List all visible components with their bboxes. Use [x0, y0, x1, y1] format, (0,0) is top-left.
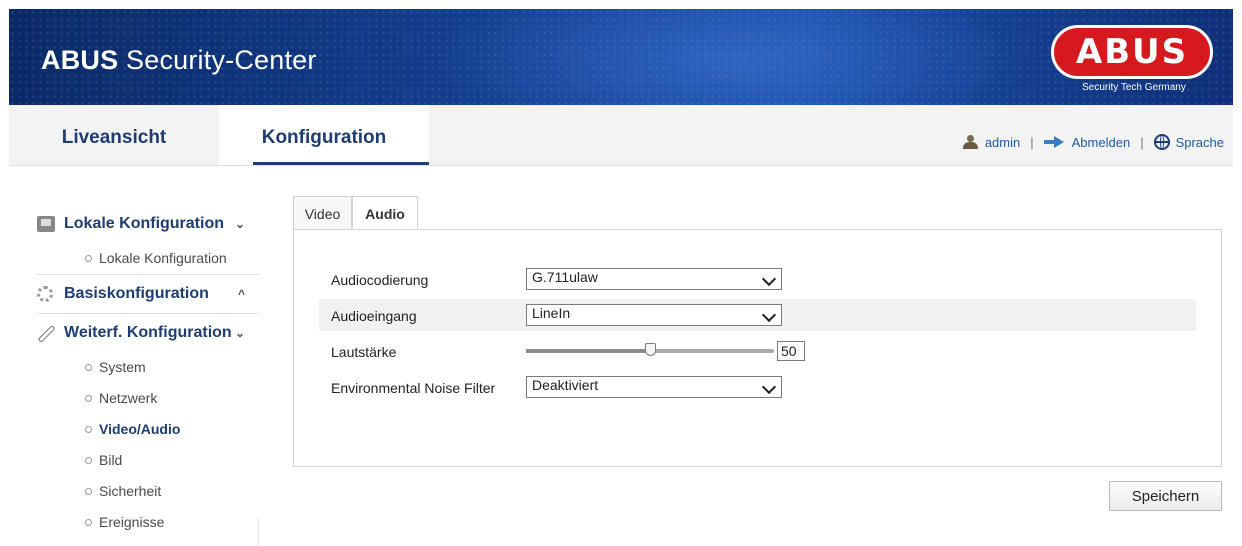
user-name[interactable]: admin	[985, 135, 1020, 150]
logout-icon	[1043, 136, 1066, 148]
sidebar-item-bild[interactable]: Bild	[37, 445, 259, 476]
chevron-down-icon[interactable]: ⌄	[235, 205, 245, 243]
input-select[interactable]: LineIn	[526, 304, 782, 326]
codec-select[interactable]: G.711ulaw	[526, 268, 782, 290]
app-title: ABUS Security-Center	[41, 45, 317, 76]
volume-slider-fill	[526, 349, 650, 353]
row-noise-filter: Environmental Noise Filter Deaktiviert	[319, 371, 1196, 403]
volume-slider[interactable]	[526, 343, 774, 356]
tab-audio[interactable]: Audio	[352, 196, 418, 231]
local-config-icon	[37, 216, 55, 232]
section-label: Lokale Konfiguration	[64, 215, 224, 232]
row-audiocodierung: Audiocodierung G.711ulaw	[319, 263, 1196, 295]
noise-filter-label: Environmental Noise Filter	[331, 380, 496, 396]
audio-settings-panel: Audiocodierung G.711ulaw Audioeingang Li…	[293, 229, 1222, 467]
sidebar-section-weiterf-konfiguration[interactable]: Weiterf. Konfiguration ⌄	[37, 314, 259, 352]
volume-value[interactable]: 50	[777, 341, 805, 361]
sidebar-item-ereignisse[interactable]: Ereignisse	[37, 507, 259, 538]
sidebar: Lokale Konfiguration ⌄ Lokale Konfigurat…	[37, 205, 259, 538]
input-value: LineIn	[532, 305, 571, 321]
app-title-brand: ABUS	[41, 45, 119, 75]
section-label: Weiterf. Konfiguration	[64, 324, 232, 341]
chevron-up-icon[interactable]: ^	[238, 275, 245, 313]
globe-icon	[1153, 134, 1170, 150]
noise-filter-select[interactable]: Deaktiviert	[526, 376, 782, 398]
sidebar-item-system[interactable]: System	[37, 352, 259, 383]
save-button[interactable]: Speichern	[1109, 481, 1222, 511]
chevron-down-icon	[761, 307, 777, 323]
sidebar-border	[258, 518, 259, 546]
top-navigation: Liveansicht Konfiguration admin | Abmeld…	[9, 105, 1233, 166]
sidebar-section-lokale-konfiguration[interactable]: Lokale Konfiguration ⌄	[37, 205, 259, 243]
row-lautstaerke: Lautstärke 50	[319, 335, 1196, 367]
banner-glow	[429, 9, 1029, 105]
sidebar-section-basiskonfiguration[interactable]: Basiskonfiguration ^	[37, 275, 259, 313]
row-audioeingang: Audioeingang LineIn	[319, 299, 1196, 331]
header-banner: ABUS Security-Center ABUS Security Tech …	[9, 9, 1233, 105]
separator: |	[1140, 134, 1144, 150]
abus-logo: ABUS Security Tech Germany	[1051, 25, 1217, 99]
sidebar-item-lokale-konfiguration[interactable]: Lokale Konfiguration	[37, 243, 259, 274]
section-label: Basiskonfiguration	[64, 285, 209, 302]
sidebar-item-netzwerk[interactable]: Netzwerk	[37, 383, 259, 414]
chevron-down-icon	[761, 379, 777, 395]
codec-value: G.711ulaw	[532, 269, 598, 285]
app-title-product: Security-Center	[118, 45, 317, 75]
logo-word: ABUS	[1075, 32, 1189, 72]
logout-link[interactable]: Abmelden	[1072, 135, 1131, 150]
language-link[interactable]: Sprache	[1176, 135, 1224, 150]
separator: |	[1030, 134, 1034, 150]
tab-konfiguration[interactable]: Konfiguration	[219, 105, 429, 165]
input-label: Audioeingang	[331, 308, 417, 324]
wrench-icon	[37, 325, 55, 341]
chevron-down-icon	[761, 271, 777, 287]
gear-icon	[37, 286, 53, 302]
volume-slider-handle[interactable]	[645, 343, 656, 356]
sidebar-item-sicherheit[interactable]: Sicherheit	[37, 476, 259, 507]
user-icon	[962, 135, 979, 149]
user-bar: admin | Abmelden | Sprache	[962, 134, 1224, 150]
logo-tagline: Security Tech Germany	[1082, 82, 1186, 93]
sidebar-item-video-audio[interactable]: Video/Audio	[37, 414, 259, 445]
volume-label: Lautstärke	[331, 344, 397, 360]
noise-filter-value: Deaktiviert	[532, 377, 599, 393]
tab-video[interactable]: Video	[293, 196, 352, 229]
codec-label: Audiocodierung	[331, 272, 429, 288]
tab-liveansicht[interactable]: Liveansicht	[9, 105, 219, 165]
chevron-down-icon[interactable]: ⌄	[235, 314, 245, 352]
